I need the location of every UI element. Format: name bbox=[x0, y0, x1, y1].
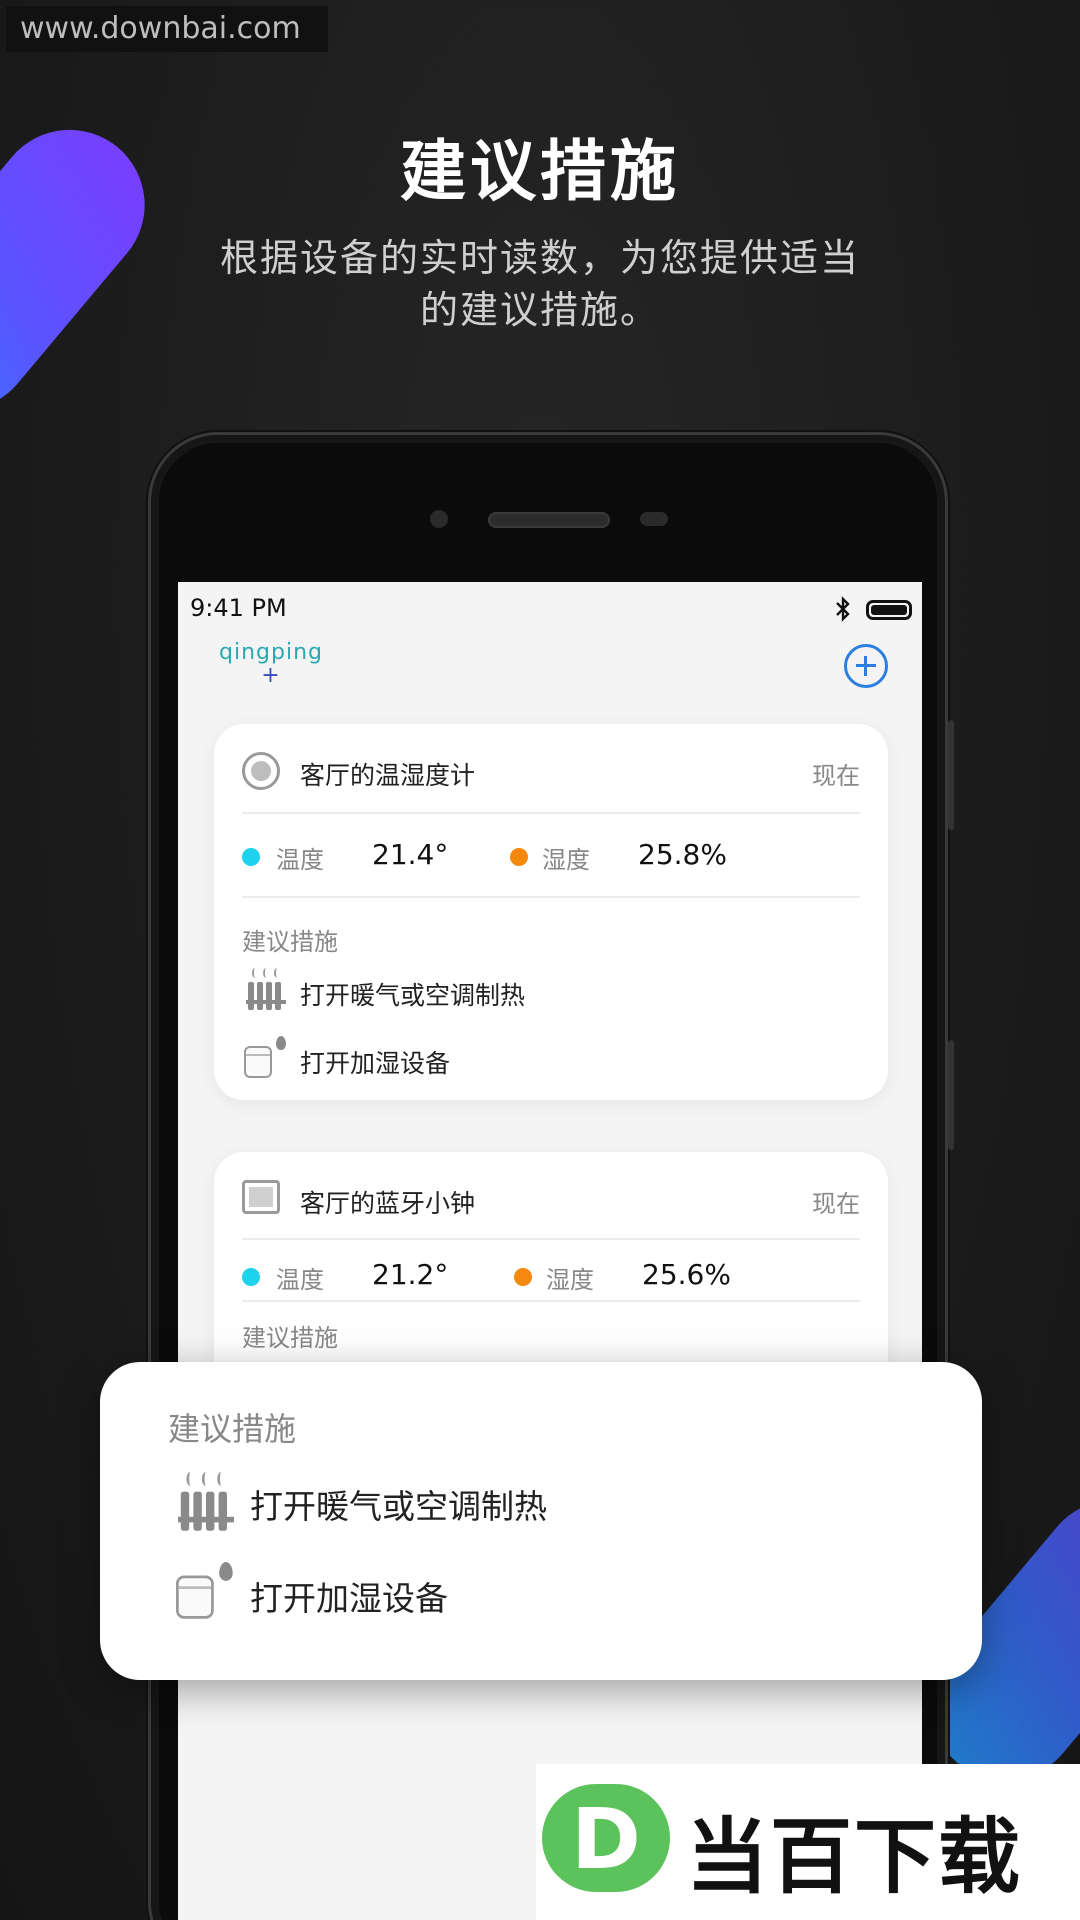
brand-name: 当百下载 bbox=[686, 1810, 1023, 1905]
watermark-url: www.downbai.com bbox=[6, 6, 328, 52]
temperature-value: 21.4° bbox=[372, 838, 449, 871]
readings-row: 温度 21.4° 湿度 25.8% bbox=[242, 830, 860, 880]
temperature-dot-icon bbox=[242, 848, 260, 866]
temperature-label: 温度 bbox=[276, 1266, 324, 1294]
suggestion-section-title: 建议措施 bbox=[242, 928, 338, 956]
device-card-thermo-hygrometer[interactable]: 客厅的温湿度计 现在 温度 21.4° 湿度 25.8% 建议措施 打开暖气或空… bbox=[214, 724, 888, 1100]
logo-plus: + bbox=[261, 663, 281, 688]
popup-suggestion-text: 打开加湿设备 bbox=[250, 1579, 448, 1618]
brand-logo-icon: D bbox=[542, 1784, 670, 1892]
brand-logo-letter: D bbox=[571, 1790, 641, 1888]
battery-icon bbox=[866, 600, 912, 620]
earpiece-speaker bbox=[488, 512, 610, 528]
readings-row: 温度 21.2° 湿度 25.6% bbox=[242, 1250, 860, 1300]
card-header: 客厅的温湿度计 现在 bbox=[242, 748, 860, 796]
front-camera bbox=[430, 510, 448, 528]
temperature-dot-icon bbox=[242, 1268, 260, 1286]
brand-watermark: D 当百下载 bbox=[536, 1764, 1080, 1920]
app-logo: qingping + bbox=[216, 640, 326, 687]
popup-suggestion-text: 打开暖气或空调制热 bbox=[250, 1487, 547, 1526]
thermo-hygrometer-icon bbox=[242, 752, 280, 790]
humidity-label: 湿度 bbox=[542, 846, 590, 874]
humidity-label: 湿度 bbox=[546, 1266, 594, 1294]
divider bbox=[242, 812, 860, 814]
logo-text: qingping bbox=[219, 640, 323, 665]
suggestion-section-title: 建议措施 bbox=[242, 1324, 338, 1352]
humidifier-icon bbox=[244, 1036, 288, 1080]
suggestion-popup: 建议措施 打开暖气或空调制热 打开加湿设备 bbox=[100, 1362, 982, 1680]
divider bbox=[242, 896, 860, 898]
humidity-dot-icon bbox=[510, 848, 528, 866]
device-update-time: 现在 bbox=[812, 1190, 860, 1218]
bluetooth-clock-icon bbox=[242, 1180, 280, 1214]
humidity-value: 25.6% bbox=[642, 1258, 731, 1291]
hero-title: 建议措施 bbox=[400, 133, 680, 210]
popup-title: 建议措施 bbox=[168, 1410, 297, 1448]
device-update-time: 现在 bbox=[812, 762, 860, 790]
bluetooth-icon bbox=[836, 596, 850, 622]
suggestion-text: 打开暖气或空调制热 bbox=[300, 981, 526, 1010]
radiator-icon bbox=[246, 968, 286, 1010]
divider bbox=[242, 1300, 860, 1302]
phone-volume-button bbox=[948, 720, 954, 830]
status-time: 9:41 PM bbox=[190, 594, 287, 622]
status-bar: 9:41 PM bbox=[190, 590, 912, 630]
temperature-value: 21.2° bbox=[372, 1258, 449, 1291]
divider bbox=[242, 1238, 860, 1240]
humidifier-icon bbox=[176, 1562, 235, 1621]
humidity-value: 25.8% bbox=[638, 838, 727, 871]
phone-power-button bbox=[948, 1040, 954, 1150]
proximity-sensor bbox=[640, 512, 668, 526]
temperature-label: 温度 bbox=[276, 846, 324, 874]
device-name: 客厅的蓝牙小钟 bbox=[300, 1189, 476, 1218]
card-header: 客厅的蓝牙小钟 现在 bbox=[242, 1176, 860, 1224]
humidity-dot-icon bbox=[514, 1268, 532, 1286]
suggestion-text: 打开加湿设备 bbox=[300, 1049, 451, 1078]
add-device-button[interactable] bbox=[844, 644, 888, 688]
radiator-icon bbox=[178, 1472, 234, 1531]
hero-subtitle: 根据设备的实时读数，为您提供适当的建议措施。 bbox=[220, 236, 861, 332]
device-name: 客厅的温湿度计 bbox=[300, 761, 476, 790]
phone-screen: 9:41 PM qingping + 客厅的温湿度计 现在 温度 21.4° 湿… bbox=[178, 582, 922, 1920]
